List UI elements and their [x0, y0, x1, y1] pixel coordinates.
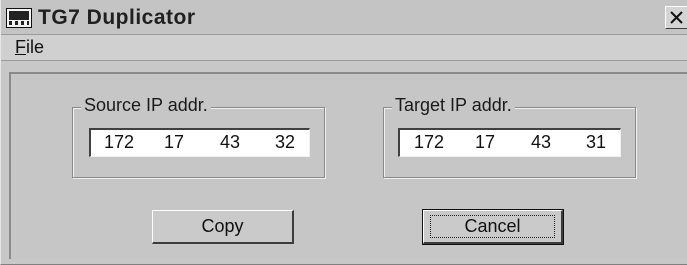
source-ip-field[interactable]: 172 17 43 32 — [89, 128, 310, 157]
title-bar[interactable]: TG7 Duplicator — [1, 0, 687, 35]
window-title: TG7 Duplicator — [38, 6, 196, 29]
target-ip-field[interactable]: 172 17 43 31 — [398, 128, 621, 157]
source-ip-group: Source IP addr. 172 17 43 32 — [72, 95, 325, 178]
target-ip-group: Target IP addr. 172 17 43 31 — [383, 95, 636, 178]
source-ip-octet: 17 — [163, 132, 185, 152]
cancel-button[interactable]: Cancel — [422, 209, 564, 245]
target-ip-label: Target IP addr. — [392, 95, 515, 116]
source-ip-label: Source IP addr. — [81, 95, 211, 116]
target-ip-octet: 172 — [413, 132, 445, 152]
target-ip-octet: 31 — [585, 132, 607, 152]
source-ip-octet: 43 — [219, 132, 241, 152]
menu-item-file[interactable]: File — [15, 37, 44, 58]
target-ip-octet: 43 — [530, 132, 552, 152]
source-ip-octet: 172 — [103, 132, 135, 152]
menu-file-label-rest: ile — [26, 37, 45, 57]
close-icon — [670, 11, 683, 24]
copy-button[interactable]: Copy — [152, 210, 294, 244]
close-button[interactable] — [665, 6, 687, 29]
copy-button-label: Copy — [201, 216, 244, 236]
menu-bar: File — [1, 35, 687, 61]
main-panel: Source IP addr. 172 17 43 32 Target IP a… — [9, 72, 687, 259]
duplicator-app-icon[interactable] — [6, 8, 32, 28]
source-ip-octet: 32 — [274, 132, 296, 152]
menu-file-mnemonic: F — [15, 37, 26, 57]
target-ip-octet: 17 — [474, 132, 496, 152]
cancel-button-label: Cancel — [464, 216, 521, 236]
app-window: TG7 Duplicator File Source IP addr. 172 … — [0, 0, 687, 265]
